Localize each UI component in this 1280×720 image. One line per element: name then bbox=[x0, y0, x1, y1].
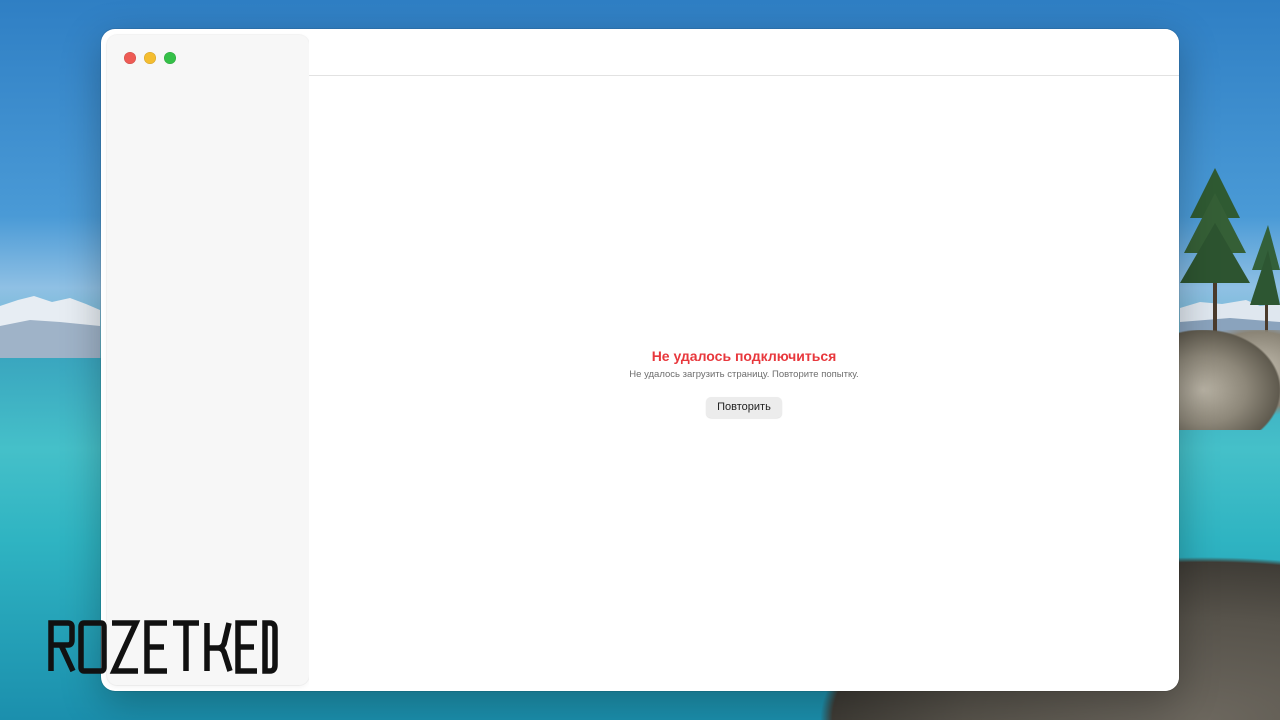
wallpaper-tree bbox=[1250, 225, 1280, 335]
sidebar bbox=[107, 35, 309, 685]
minimize-window-button[interactable] bbox=[144, 52, 156, 64]
retry-button[interactable]: Повторить bbox=[706, 397, 782, 418]
toolbar bbox=[309, 29, 1179, 76]
wallpaper-rocks bbox=[1170, 330, 1280, 430]
main-content: Не удалось подключиться Не удалось загру… bbox=[309, 76, 1179, 691]
wallpaper-tree bbox=[1180, 168, 1250, 338]
error-message: Не удалось загрузить страницу. Повторите… bbox=[629, 369, 859, 380]
zoom-window-button[interactable] bbox=[164, 52, 176, 64]
close-window-button[interactable] bbox=[124, 52, 136, 64]
rozetked-logo bbox=[48, 620, 278, 674]
error-title: Не удалось подключиться bbox=[651, 348, 837, 364]
app-window: Не удалось подключиться Не удалось загру… bbox=[101, 29, 1179, 691]
window-controls bbox=[124, 52, 176, 64]
desktop-wallpaper: Не удалось подключиться Не удалось загру… bbox=[0, 0, 1280, 720]
connection-error: Не удалось подключиться Не удалось загру… bbox=[309, 347, 1179, 418]
